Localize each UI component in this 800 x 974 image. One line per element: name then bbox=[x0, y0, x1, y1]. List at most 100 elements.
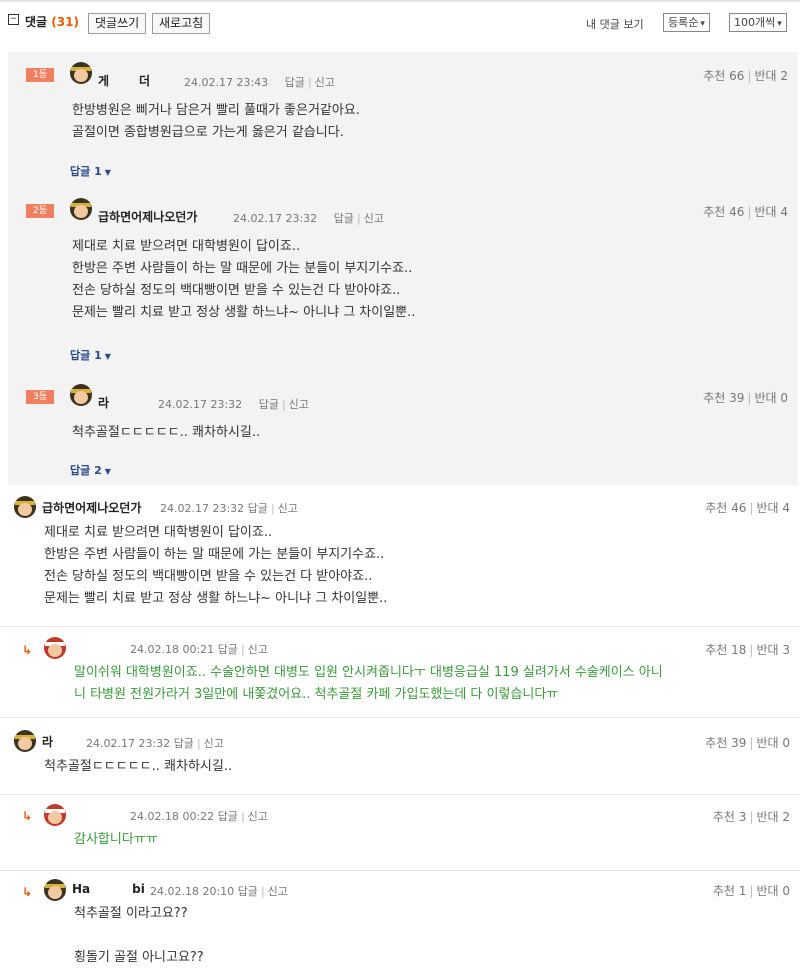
report-link[interactable]: 신고 bbox=[268, 885, 288, 898]
avatar[interactable] bbox=[44, 879, 66, 901]
replies-toggle[interactable]: 답글 1 ▼ bbox=[70, 163, 111, 179]
avatar[interactable] bbox=[70, 62, 92, 84]
downvote-count[interactable]: 반대 3 bbox=[756, 643, 790, 657]
upvote-count[interactable]: 추천 46 bbox=[705, 501, 746, 515]
comment-date: 24.02.17 23:32 bbox=[233, 212, 318, 225]
vote-counts: 추천 3 | 반대 2 bbox=[712, 810, 790, 824]
caret-down-icon: ▼ bbox=[104, 467, 111, 476]
nickname-start: 급하면어제나오던가 bbox=[98, 210, 198, 224]
report-link[interactable]: 신고 bbox=[289, 398, 309, 411]
vote-counts: 추천 18 | 반대 3 bbox=[705, 643, 790, 657]
upvote-count[interactable]: 추천 39 bbox=[703, 391, 744, 405]
comment-meta: 24.02.17 23:32 답글 | 신고 bbox=[158, 398, 309, 411]
upvote-count[interactable]: 추천 39 bbox=[705, 736, 746, 750]
comment-date: 24.02.18 00:21 bbox=[130, 643, 215, 656]
vote-counts: 추천 39 | 반대 0 bbox=[705, 736, 790, 750]
upvote-count[interactable]: 추천 3 bbox=[713, 810, 747, 824]
downvote-count[interactable]: 반대 0 bbox=[756, 736, 790, 750]
report-link[interactable]: 신고 bbox=[278, 502, 298, 515]
downvote-count[interactable]: 반대 4 bbox=[756, 501, 790, 515]
page-size-select-value: 100개씩 bbox=[734, 16, 776, 29]
reply-link[interactable]: 답글 bbox=[218, 810, 238, 823]
upvote-count[interactable]: 추천 46 bbox=[703, 205, 744, 219]
replies-toggle[interactable]: 답글 2 ▼ bbox=[70, 462, 111, 478]
my-comments-link[interactable]: 내 댓글 보기 bbox=[586, 16, 644, 32]
report-link[interactable]: 신고 bbox=[364, 212, 384, 225]
comment-line: 제대로 치료 받으려면 대학병원이 답이죠.. bbox=[72, 239, 301, 254]
nickname[interactable]: 급하면어제나오던가 bbox=[98, 208, 197, 225]
reply-link[interactable]: 답글 bbox=[238, 885, 258, 898]
comment-line: 말이쉬워 대학병원이죠.. 수술안하면 대병도 입원 안시켜줍니다ㅜ 대병응급실… bbox=[74, 665, 663, 680]
vote-counts: 추천 46 | 반대 4 bbox=[705, 501, 790, 515]
comment-line: 감사합니다ㅠㅠ bbox=[74, 832, 158, 847]
reply-link[interactable]: 답글 bbox=[218, 643, 238, 656]
comment-text: 말이쉬워 대학병원이죠.. 수술안하면 대병도 입원 안시켜줍니다ㅜ 대병응급실… bbox=[74, 662, 663, 706]
replies-count: 답글 2 bbox=[70, 464, 102, 477]
collapse-toggle-icon[interactable]: − bbox=[8, 14, 19, 25]
comment-text: 제대로 치료 받으려면 대학병원이 답이죠.. 한방은 주변 사람들이 하는 말… bbox=[72, 236, 415, 324]
nickname[interactable]: 라 bbox=[42, 733, 53, 750]
reply-link[interactable]: 답글 bbox=[174, 737, 194, 750]
reply-link[interactable]: 답글 bbox=[334, 212, 354, 225]
comment-date: 24.02.17 23:32 bbox=[86, 737, 171, 750]
reply-arrow-icon: ↳ bbox=[22, 809, 33, 823]
comment-meta: 24.02.18 00:22 답글 | 신고 bbox=[130, 810, 268, 823]
avatar[interactable] bbox=[70, 384, 92, 406]
downvote-count[interactable]: 반대 0 bbox=[754, 391, 788, 405]
write-comment-button[interactable]: 댓글쓰기 bbox=[88, 13, 147, 34]
sort-select[interactable]: 등록순 ▾ bbox=[663, 13, 710, 32]
downvote-count[interactable]: 반대 0 bbox=[756, 884, 790, 898]
report-link[interactable]: 신고 bbox=[248, 810, 268, 823]
report-link[interactable]: 신고 bbox=[315, 76, 335, 89]
comment-date: 24.02.17 23:32 bbox=[158, 398, 243, 411]
comment-meta: 24.02.17 23:43 답글 | 신고 bbox=[184, 76, 335, 89]
comment-line: 문제는 빨리 치료 받고 정상 생활 하느냐~ 아니냐 그 차이일뿐.. bbox=[44, 591, 388, 606]
comment-line: 횡돌기 골절 아니고요?? bbox=[74, 950, 204, 965]
report-link[interactable]: 신고 bbox=[248, 643, 268, 656]
chevron-down-icon: ▾ bbox=[777, 19, 782, 29]
comment-item: 라 24.02.17 23:32 답글 | 신고 추천 39 | 반대 0 척추골절ㄷㄷ… bbox=[0, 718, 800, 795]
avatar[interactable] bbox=[44, 637, 66, 659]
comment-line: 한방은 주변 사람들이 하는 말 때문에 가는 분들이 부지기수죠.. bbox=[44, 547, 385, 562]
downvote-count[interactable]: 반대 2 bbox=[754, 69, 788, 83]
avatar[interactable] bbox=[44, 804, 66, 826]
comment-meta: 24.02.17 23:32 답글 | 신고 bbox=[233, 212, 384, 225]
report-link[interactable]: 신고 bbox=[204, 737, 224, 750]
comment-text: 척추골절 이라고요?? 횡돌기 골절 아니고요?? bbox=[74, 903, 204, 969]
reply-link[interactable]: 답글 bbox=[248, 502, 268, 515]
chevron-down-icon: ▾ bbox=[700, 19, 705, 29]
replies-count: 답글 1 bbox=[70, 349, 102, 362]
rank-badge: 1등 bbox=[26, 68, 54, 82]
downvote-count[interactable]: 반대 4 bbox=[754, 205, 788, 219]
upvote-count[interactable]: 추천 1 bbox=[713, 884, 747, 898]
nickname-start: Ha bbox=[72, 882, 91, 896]
avatar[interactable] bbox=[14, 496, 36, 518]
comment-line: 니 타병원 전원가라거 3일만에 내쫓겼어요.. 척추골절 카페 가입도했는데 … bbox=[74, 687, 559, 702]
reply-link[interactable]: 답글 bbox=[285, 76, 305, 89]
avatar[interactable] bbox=[70, 198, 92, 220]
comment-line: 제대로 치료 받으려면 대학병원이 답이죠.. bbox=[44, 525, 273, 540]
comment-date: 24.02.18 20:10 bbox=[150, 885, 235, 898]
nickname[interactable]: Ha bi bbox=[72, 882, 145, 896]
refresh-button[interactable]: 새로고침 bbox=[152, 13, 211, 34]
best-comment: 3등 라 24.02.17 23:32 답글 | 신고 추천 39 | 반대 0 척추골… bbox=[8, 374, 798, 484]
nickname[interactable]: 게더 bbox=[98, 72, 150, 89]
rank-badge: 3등 bbox=[26, 390, 54, 404]
nickname[interactable]: 급하면어제나오던가 bbox=[42, 499, 141, 516]
replies-toggle[interactable]: 답글 1 ▼ bbox=[70, 347, 111, 363]
avatar[interactable] bbox=[14, 730, 36, 752]
comment-meta: 24.02.18 00:21 답글 | 신고 bbox=[130, 643, 268, 656]
reply-link[interactable]: 답글 bbox=[259, 398, 279, 411]
upvote-count[interactable]: 추천 18 bbox=[705, 643, 746, 657]
reply-item: ↳ 24.02.18 00:21 답글 | 신고 추천 18 | 반대 3 말이쉬워 대… bbox=[0, 627, 800, 718]
replies-count: 답글 1 bbox=[70, 165, 102, 178]
downvote-count[interactable]: 반대 2 bbox=[756, 810, 790, 824]
comment-date: 24.02.17 23:32 bbox=[160, 502, 245, 515]
comment-line: 척추골절 이라고요?? bbox=[74, 906, 188, 921]
page-size-select[interactable]: 100개씩 ▾ bbox=[729, 13, 787, 32]
upvote-count[interactable]: 추천 66 bbox=[703, 69, 744, 83]
comment-toolbar: − 댓글 (31) 댓글쓰기 새로고침 내 댓글 보기 등록순 ▾ 100개씩 ▾ bbox=[0, 0, 800, 40]
nickname[interactable]: 라 bbox=[98, 394, 109, 411]
comment-text: 제대로 치료 받으려면 대학병원이 답이죠.. 한방은 주변 사람들이 하는 말… bbox=[44, 522, 387, 610]
reply-item: ↳ Ha bi 24.02.18 20:10 답글 | 신고 추천 1 | 반대 0 척추… bbox=[0, 871, 800, 974]
